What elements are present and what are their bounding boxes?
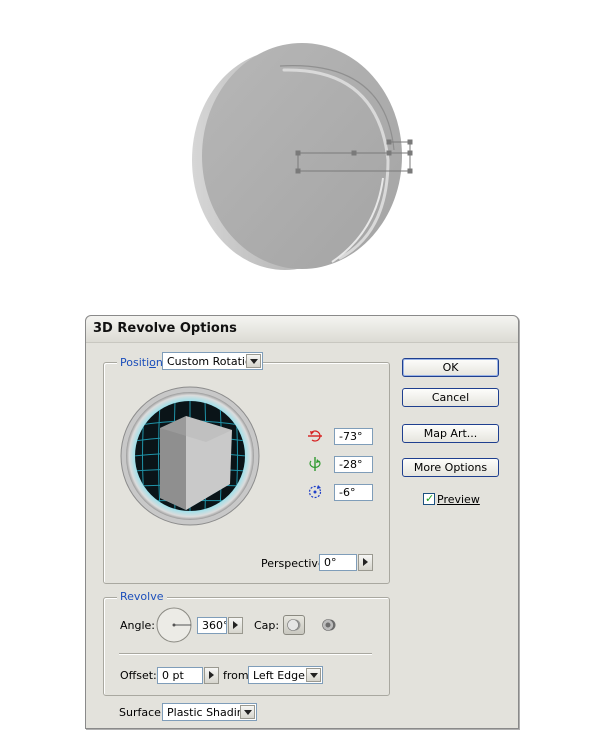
position-preset-select[interactable]: Custom Rotation	[162, 352, 263, 370]
cap-on-button[interactable]	[283, 615, 305, 635]
offset-from-value: Left Edge	[253, 669, 305, 682]
cap-off-icon[interactable]	[322, 618, 336, 632]
ok-button[interactable]: OK	[402, 358, 499, 377]
angle-label: Angle:	[120, 619, 156, 632]
offset-slider-button[interactable]	[204, 667, 219, 684]
chevron-down-icon[interactable]	[240, 705, 255, 719]
map-art-button[interactable]: Map Art...	[402, 424, 499, 443]
from-label: from	[223, 669, 249, 682]
angle-slider-button[interactable]	[228, 617, 243, 634]
y-axis-rotate-icon	[309, 457, 321, 471]
offset-label: Offset:	[120, 669, 157, 682]
surface-label: Surface:	[119, 706, 165, 719]
x-axis-rotate-icon	[308, 430, 322, 442]
chevron-down-icon[interactable]	[246, 354, 261, 368]
dialog-title: 3D Revolve Options	[93, 321, 237, 336]
position-preset-value: Custom Rotation	[167, 355, 259, 368]
revolved-disc[interactable]	[192, 43, 402, 270]
artwork-canvas	[192, 43, 413, 270]
revolve-legend: Revolve	[117, 590, 167, 603]
checkmark-icon: ✓	[425, 492, 435, 505]
surface-select[interactable]: Plastic Shading	[162, 703, 257, 721]
chevron-down-icon[interactable]	[306, 668, 321, 682]
offset-from-select[interactable]: Left Edge	[248, 666, 323, 684]
angle-field[interactable]: 360°	[197, 617, 227, 634]
more-options-button[interactable]: More Options	[402, 458, 499, 477]
preview-label[interactable]: Preview	[437, 493, 480, 506]
3d-revolve-options-dialog: 3D Revolve Options Position: Custom Rota…	[85, 315, 519, 729]
z-axis-rotate-icon	[308, 485, 322, 499]
y-rotation-field[interactable]: -28°	[334, 456, 373, 473]
rotation-trackball[interactable]	[120, 386, 260, 526]
z-rotation-field[interactable]: -6°	[334, 484, 373, 501]
perspective-slider-button[interactable]	[358, 554, 373, 571]
cancel-button[interactable]: Cancel	[402, 388, 499, 407]
x-rotation-field[interactable]: -73°	[334, 428, 373, 445]
cap-label: Cap:	[254, 619, 280, 632]
perspective-field[interactable]: 0°	[319, 554, 357, 571]
angle-dial[interactable]	[155, 606, 193, 644]
offset-field[interactable]: 0 pt	[157, 667, 203, 684]
surface-value: Plastic Shading	[167, 706, 251, 719]
preview-checkbox[interactable]: ✓	[423, 492, 435, 505]
dialog-titlebar[interactable]: 3D Revolve Options	[86, 316, 518, 343]
revolve-divider	[119, 653, 372, 655]
cap-on-icon	[287, 619, 301, 631]
